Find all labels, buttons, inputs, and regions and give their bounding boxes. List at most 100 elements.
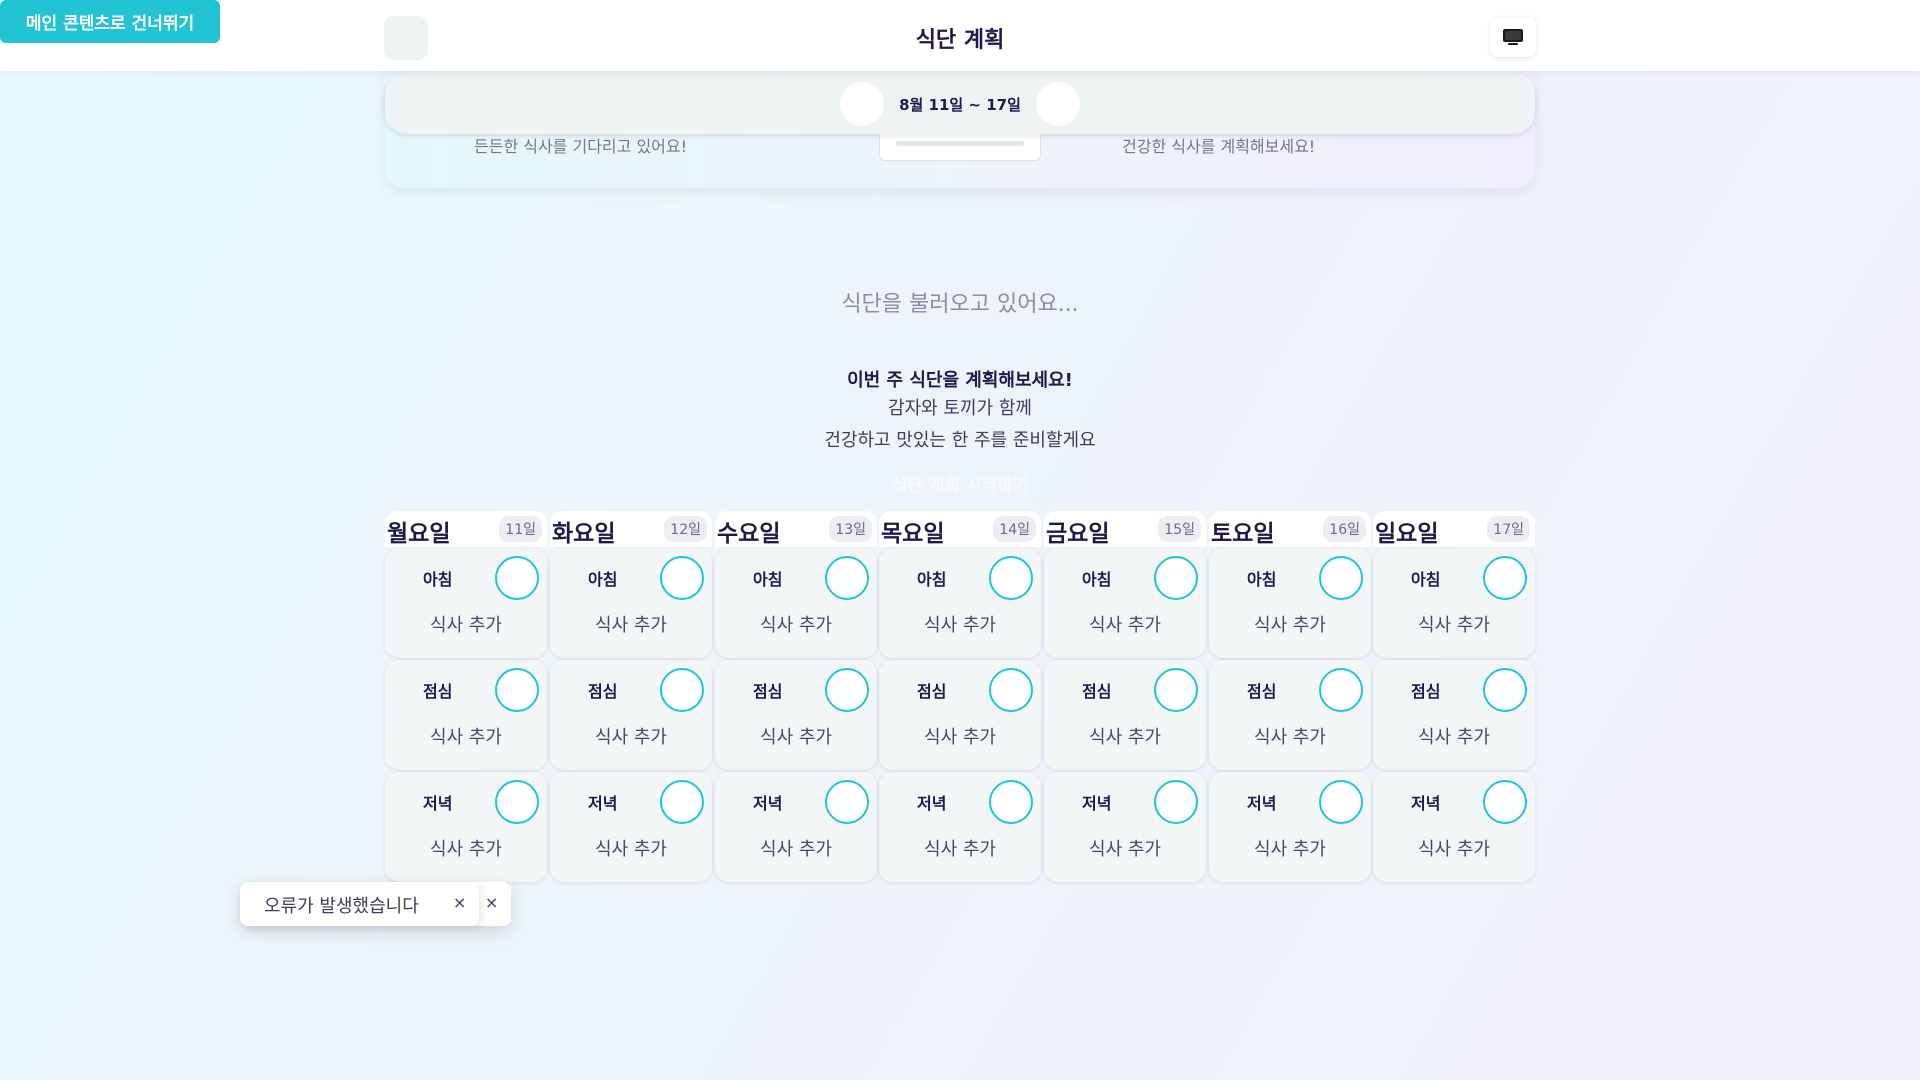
meal-slot[interactable]: 저녁식사 추가: [715, 772, 877, 882]
meal-slot[interactable]: 점심 식사 추가: [385, 660, 547, 770]
add-meal-button[interactable]: 식사 추가: [1373, 611, 1535, 637]
meal-type-label: 아침: [423, 570, 453, 589]
meal-status-icon[interactable]: [1154, 780, 1198, 824]
meal-status-icon[interactable]: [989, 556, 1033, 600]
meal-status-icon[interactable]: [1319, 780, 1363, 824]
meal-type-label: 저녁: [1082, 794, 1112, 813]
add-meal-button[interactable]: 식사 추가: [1209, 611, 1371, 637]
hero-right-text: 건강한 식사를 계획해보세요!: [1122, 137, 1316, 156]
meal-type-label: 점심: [917, 682, 947, 701]
meal-status-icon[interactable]: [989, 780, 1033, 824]
add-meal-button[interactable]: 식사 추가: [550, 835, 712, 861]
meal-type-label: 점심: [753, 682, 783, 701]
meal-status-icon[interactable]: [825, 556, 869, 600]
add-meal-button[interactable]: 식사 추가: [1373, 835, 1535, 861]
page-title: 식단 계획: [915, 28, 1005, 53]
day-name: 일요일: [1375, 521, 1439, 547]
meal-slot[interactable]: 아침 식사 추가: [1044, 548, 1206, 658]
hero-left-text: 든든한 식사를 기다리고 있어요!: [474, 137, 688, 156]
empty-state-line-1: 감자와 토끼가 함께: [888, 398, 1032, 419]
day-column: 토요일 16일 아침 식사 추가 점심 식사 추가 저녁 식사 추가: [1209, 511, 1371, 882]
meal-slot[interactable]: 저녁 식사 추가: [1209, 772, 1371, 882]
start-planning-button[interactable]: 식단 계획 시작하기: [0, 471, 1920, 496]
meal-slot[interactable]: 점심식사 추가: [1044, 660, 1206, 770]
meal-type-label: 저녁: [753, 794, 783, 813]
add-meal-button[interactable]: 식사 추가: [1209, 835, 1371, 861]
meal-status-icon[interactable]: [1154, 668, 1198, 712]
error-toast-front: 오류가 발생했습니다 ×: [240, 882, 479, 926]
meal-type-label: 아침: [588, 570, 618, 589]
add-meal-button[interactable]: 식사 추가: [879, 835, 1041, 861]
meal-slot[interactable]: 점심식사 추가: [550, 660, 712, 770]
meal-status-icon[interactable]: [1319, 556, 1363, 600]
meal-slot[interactable]: 아침 식사 추가: [879, 548, 1041, 658]
meal-slot[interactable]: 점심 식사 추가: [1209, 660, 1371, 770]
skip-to-content-link[interactable]: 메인 콘텐츠로 건너뛰기: [0, 0, 220, 43]
add-meal-button[interactable]: 식사 추가: [715, 723, 877, 749]
day-column: 금요일 15일 아침 식사 추가 점심 식사 추가 저녁 식사 추가: [1044, 511, 1206, 882]
day-column: 목요일 14일 아침 식사 추가 점심 식사 추가 저녁 식사 추가: [879, 511, 1041, 882]
tv-mode-button[interactable]: [1490, 17, 1536, 57]
add-meal-button[interactable]: 식사 추가: [550, 611, 712, 637]
day-column: 수요일 13일 아침 식사 추가 점심 식사 추가 저녁 식사 추가: [715, 511, 877, 882]
meal-slot[interactable]: 아침 식사 추가: [715, 548, 877, 658]
add-meal-button[interactable]: 식사 추가: [715, 835, 877, 861]
meal-slot[interactable]: 아침 식사 추가: [1373, 548, 1535, 658]
add-meal-button[interactable]: 식사 추가: [1044, 723, 1206, 749]
close-icon[interactable]: ×: [485, 893, 498, 912]
progress-indicator: [879, 133, 1041, 161]
loading-message: 식단을 불러오고 있어요...: [841, 292, 1079, 317]
meal-status-icon[interactable]: [825, 780, 869, 824]
meal-status-icon[interactable]: [660, 668, 704, 712]
add-meal-button[interactable]: 식사 추가: [550, 723, 712, 749]
add-meal-button[interactable]: 식사 추가: [1373, 723, 1535, 749]
day-date-badge: 12일: [664, 516, 707, 542]
meal-slot[interactable]: 아침식사 추가: [385, 548, 547, 658]
meal-status-icon[interactable]: [495, 668, 539, 712]
meal-status-icon[interactable]: [660, 556, 704, 600]
meal-slot[interactable]: 저녁 식사 추가: [1373, 772, 1535, 882]
add-meal-button[interactable]: 식사 추가: [385, 835, 547, 861]
meal-status-icon[interactable]: [1483, 556, 1527, 600]
meal-status-icon[interactable]: [660, 780, 704, 824]
meal-slot[interactable]: 저녁 식사 추가: [550, 772, 712, 882]
meal-slot[interactable]: 저녁 식사 추가: [879, 772, 1041, 882]
add-meal-button[interactable]: 식사 추가: [385, 723, 547, 749]
week-navigator: 8월 11일 ~ 17일: [385, 72, 1535, 134]
add-meal-button[interactable]: 식사 추가: [1044, 835, 1206, 861]
meal-slot[interactable]: 저녁식사 추가: [1044, 772, 1206, 882]
add-meal-button[interactable]: 식사 추가: [715, 611, 877, 637]
meal-status-icon[interactable]: [1483, 780, 1527, 824]
meal-slot[interactable]: 점심식사 추가: [715, 660, 877, 770]
day-date-badge: 17일: [1487, 516, 1530, 542]
add-meal-button[interactable]: 식사 추가: [385, 611, 547, 637]
meal-status-icon[interactable]: [1483, 668, 1527, 712]
meal-status-icon[interactable]: [495, 556, 539, 600]
meal-slot[interactable]: 아침식사 추가: [550, 548, 712, 658]
meal-status-icon[interactable]: [989, 668, 1033, 712]
add-meal-button[interactable]: 식사 추가: [1209, 723, 1371, 749]
day-header: 토요일 16일: [1209, 511, 1371, 547]
meal-slot[interactable]: 점심식사 추가: [879, 660, 1041, 770]
meal-type-label: 점심: [588, 682, 618, 701]
day-name: 토요일: [1211, 521, 1275, 547]
progress-track: [896, 141, 1024, 146]
day-date-badge: 13일: [829, 516, 872, 542]
meal-status-icon[interactable]: [1154, 556, 1198, 600]
add-meal-button[interactable]: 식사 추가: [1044, 611, 1206, 637]
meal-slot[interactable]: 아침 식사 추가: [1209, 548, 1371, 658]
meal-status-icon[interactable]: [1319, 668, 1363, 712]
day-name: 화요일: [552, 521, 616, 547]
day-date-badge: 14일: [993, 516, 1036, 542]
add-meal-button[interactable]: 식사 추가: [879, 611, 1041, 637]
close-icon[interactable]: ×: [453, 893, 466, 912]
meal-slot[interactable]: 점심 식사 추가: [1373, 660, 1535, 770]
day-name: 월요일: [387, 521, 451, 547]
day-column: 일요일 17일아침 식사 추가 점심 식사 추가 저녁 식사 추가: [1373, 511, 1535, 882]
add-meal-button[interactable]: 식사 추가: [879, 723, 1041, 749]
meal-status-icon[interactable]: [495, 780, 539, 824]
meal-type-label: 점심: [1082, 682, 1112, 701]
next-week-button[interactable]: [1036, 82, 1080, 126]
meal-slot[interactable]: 저녁 식사 추가: [385, 772, 547, 882]
meal-status-icon[interactable]: [825, 668, 869, 712]
